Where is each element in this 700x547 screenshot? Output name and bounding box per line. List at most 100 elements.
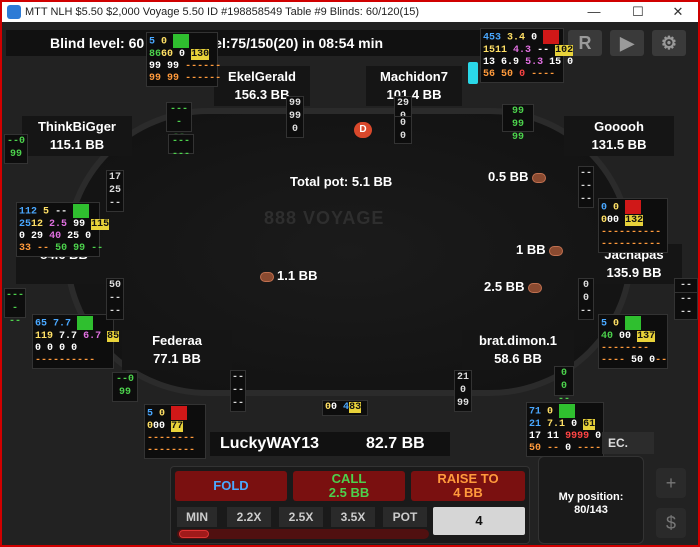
hud-ekelgerald[interactable]: 5 0 8660 0 130 99 99 ------ 99 99 ------: [146, 32, 222, 87]
preset-min-button[interactable]: MIN: [177, 507, 217, 527]
hud-stat: --: [537, 44, 550, 56]
mini-hud[interactable]: 99 99 99: [502, 104, 534, 143]
hud-stat: 77: [171, 420, 184, 432]
bet-slider[interactable]: [177, 529, 429, 539]
play-icon[interactable]: ▶: [610, 30, 644, 56]
cashier-icon[interactable]: $: [656, 508, 686, 538]
hud-federaa[interactable]: 65 7.7 119 7.7 6.7 85 0 0 0 0 ----------: [32, 314, 120, 369]
hud-hero-right[interactable]: 71 0 21 7.1 0 61 17 11 9999 0 50 -- 0 --…: [526, 402, 604, 457]
hud-stat: --: [171, 136, 184, 147]
hud-jachapas[interactable]: 0 0 000 132 ---------- ----------: [598, 198, 668, 253]
hud-stat: 40: [49, 230, 62, 242]
hud-stat: --: [71, 354, 84, 366]
preset-3-5x-button[interactable]: 3.5X: [331, 507, 375, 527]
preset-2-5x-button[interactable]: 2.5X: [279, 507, 323, 527]
seat-brat-dimon[interactable]: brat.dimon.1 58.6 BB: [462, 330, 574, 370]
seat-federaa[interactable]: Federaa 77.1 BB: [122, 330, 232, 370]
hud-hero-center[interactable]: 00 483: [322, 400, 368, 416]
chip-icon: [260, 271, 274, 282]
hud-stat: --: [108, 198, 121, 209]
add-icon[interactable]: +: [656, 468, 686, 498]
hud-stat: 29: [396, 98, 409, 109]
seat-machidon7[interactable]: Machidon7 101.4 BB: [366, 66, 462, 106]
mini-hud[interactable]: 50 -- --: [106, 278, 124, 320]
hud-stat: 0: [601, 202, 608, 214]
fold-label: FOLD: [213, 478, 249, 493]
mini-hud[interactable]: 00: [394, 116, 412, 144]
hud-stat: 132: [625, 214, 644, 226]
mini-hud[interactable]: ------: [168, 134, 194, 160]
close-button[interactable]: ✕: [658, 2, 698, 22]
hud-stat: 0: [625, 330, 632, 342]
hud-stat: 1511: [483, 44, 508, 56]
mini-hud[interactable]: ------: [4, 288, 26, 327]
mini-hud[interactable]: --0 99: [4, 134, 28, 164]
hud-stat: 7.1: [547, 418, 566, 430]
hud-stat: --: [679, 307, 692, 318]
player-stack: 131.5 BB: [591, 137, 647, 152]
hud-stat: 12: [31, 218, 44, 230]
hud-stat: --: [209, 60, 222, 72]
mini-hud[interactable]: --0 99: [112, 372, 138, 402]
hud-stat: 25: [108, 185, 121, 196]
hud-stat: --: [147, 444, 160, 456]
hud-stat: 119: [35, 330, 54, 342]
mini-hud[interactable]: 17 25 --: [106, 170, 124, 212]
hud-stat: --: [197, 60, 210, 72]
hud-color-marker: [559, 404, 576, 418]
mini-hud[interactable]: 0 0 --: [578, 278, 594, 320]
slider-handle[interactable]: [179, 530, 209, 538]
hud-stat: 17: [529, 430, 542, 442]
window-title: MTT NLH $5.50 $2,000 Voyage 5.50 ID #198…: [25, 6, 420, 18]
call-button[interactable]: CALL 2.5 BB: [293, 471, 405, 501]
hud-stat: --: [159, 444, 172, 456]
hud-stat: --: [197, 72, 210, 84]
hud-stat: 86: [149, 48, 162, 60]
hud-brat-dimon[interactable]: 5 0 40 00 137 -------- ---- 50 0--: [598, 314, 668, 369]
mini-hud[interactable]: 21 0 99: [454, 370, 472, 412]
hud-stat: --: [115, 374, 128, 385]
hud-stat: 0: [179, 48, 186, 60]
hud-stat: --: [59, 354, 72, 366]
seat-gooooh[interactable]: Gooooh 131.5 BB: [564, 116, 674, 156]
mini-hud[interactable]: ------: [166, 102, 192, 141]
gear-icon[interactable]: ⚙: [652, 30, 686, 56]
replay-button[interactable]: R: [568, 30, 602, 56]
preset-2-2x-button[interactable]: 2.2X: [227, 507, 271, 527]
hud-hero-left[interactable]: 5 0 000 77 -------- --------: [144, 404, 206, 459]
hud-color-marker: [171, 406, 188, 420]
mini-hud[interactable]: ------: [578, 166, 594, 208]
preset-pot-button[interactable]: POT: [383, 507, 427, 527]
hud-stat: 0: [331, 402, 338, 413]
hud-stat: 0: [399, 118, 406, 129]
hud-stat: 0: [613, 214, 620, 226]
hud-stat: 99: [167, 60, 180, 72]
hud-stat: 0: [47, 342, 54, 354]
hud-stat: --: [601, 342, 614, 354]
hud-stat: 99: [577, 430, 590, 442]
hud-stat: 99: [511, 132, 524, 143]
mini-hud[interactable]: -- --: [674, 292, 698, 320]
hud-stat: --: [183, 432, 196, 444]
mini-hud[interactable]: ------: [230, 370, 246, 412]
player-name: Gooooh: [594, 119, 644, 134]
hud-stat: --: [679, 280, 692, 291]
chip-icon: [532, 172, 547, 183]
raise-button[interactable]: RAISE TO 4 BB: [411, 471, 525, 501]
bet-amount-input[interactable]: 4: [433, 507, 525, 535]
hud-stat: 0: [595, 430, 602, 442]
hud-stat: 50: [108, 280, 121, 291]
hud-stat: --: [649, 226, 662, 238]
maximize-button[interactable]: ☐: [618, 2, 658, 22]
hud-machidon7[interactable]: 453 3.4 0 1511 4.3 -- 102 13 6.9 5.3 15 …: [480, 28, 573, 83]
seat-thinkbigger[interactable]: ThinkBiGger 115.1 BB: [22, 116, 132, 156]
hud-thinkbigger[interactable]: 112 5 -- 2512 2.5 99 115 0 29 40 25 0 33…: [16, 202, 110, 257]
hud-stat: 0: [571, 418, 578, 430]
hud-stat: --: [185, 72, 198, 84]
mini-hud[interactable]: 0 0 --: [554, 366, 574, 405]
hud-stat: --: [625, 226, 638, 238]
minimize-button[interactable]: —: [574, 2, 614, 22]
fold-button[interactable]: FOLD: [175, 471, 287, 501]
mini-hud[interactable]: 99 99 0: [286, 96, 304, 138]
hud-stat: 17: [108, 172, 121, 183]
